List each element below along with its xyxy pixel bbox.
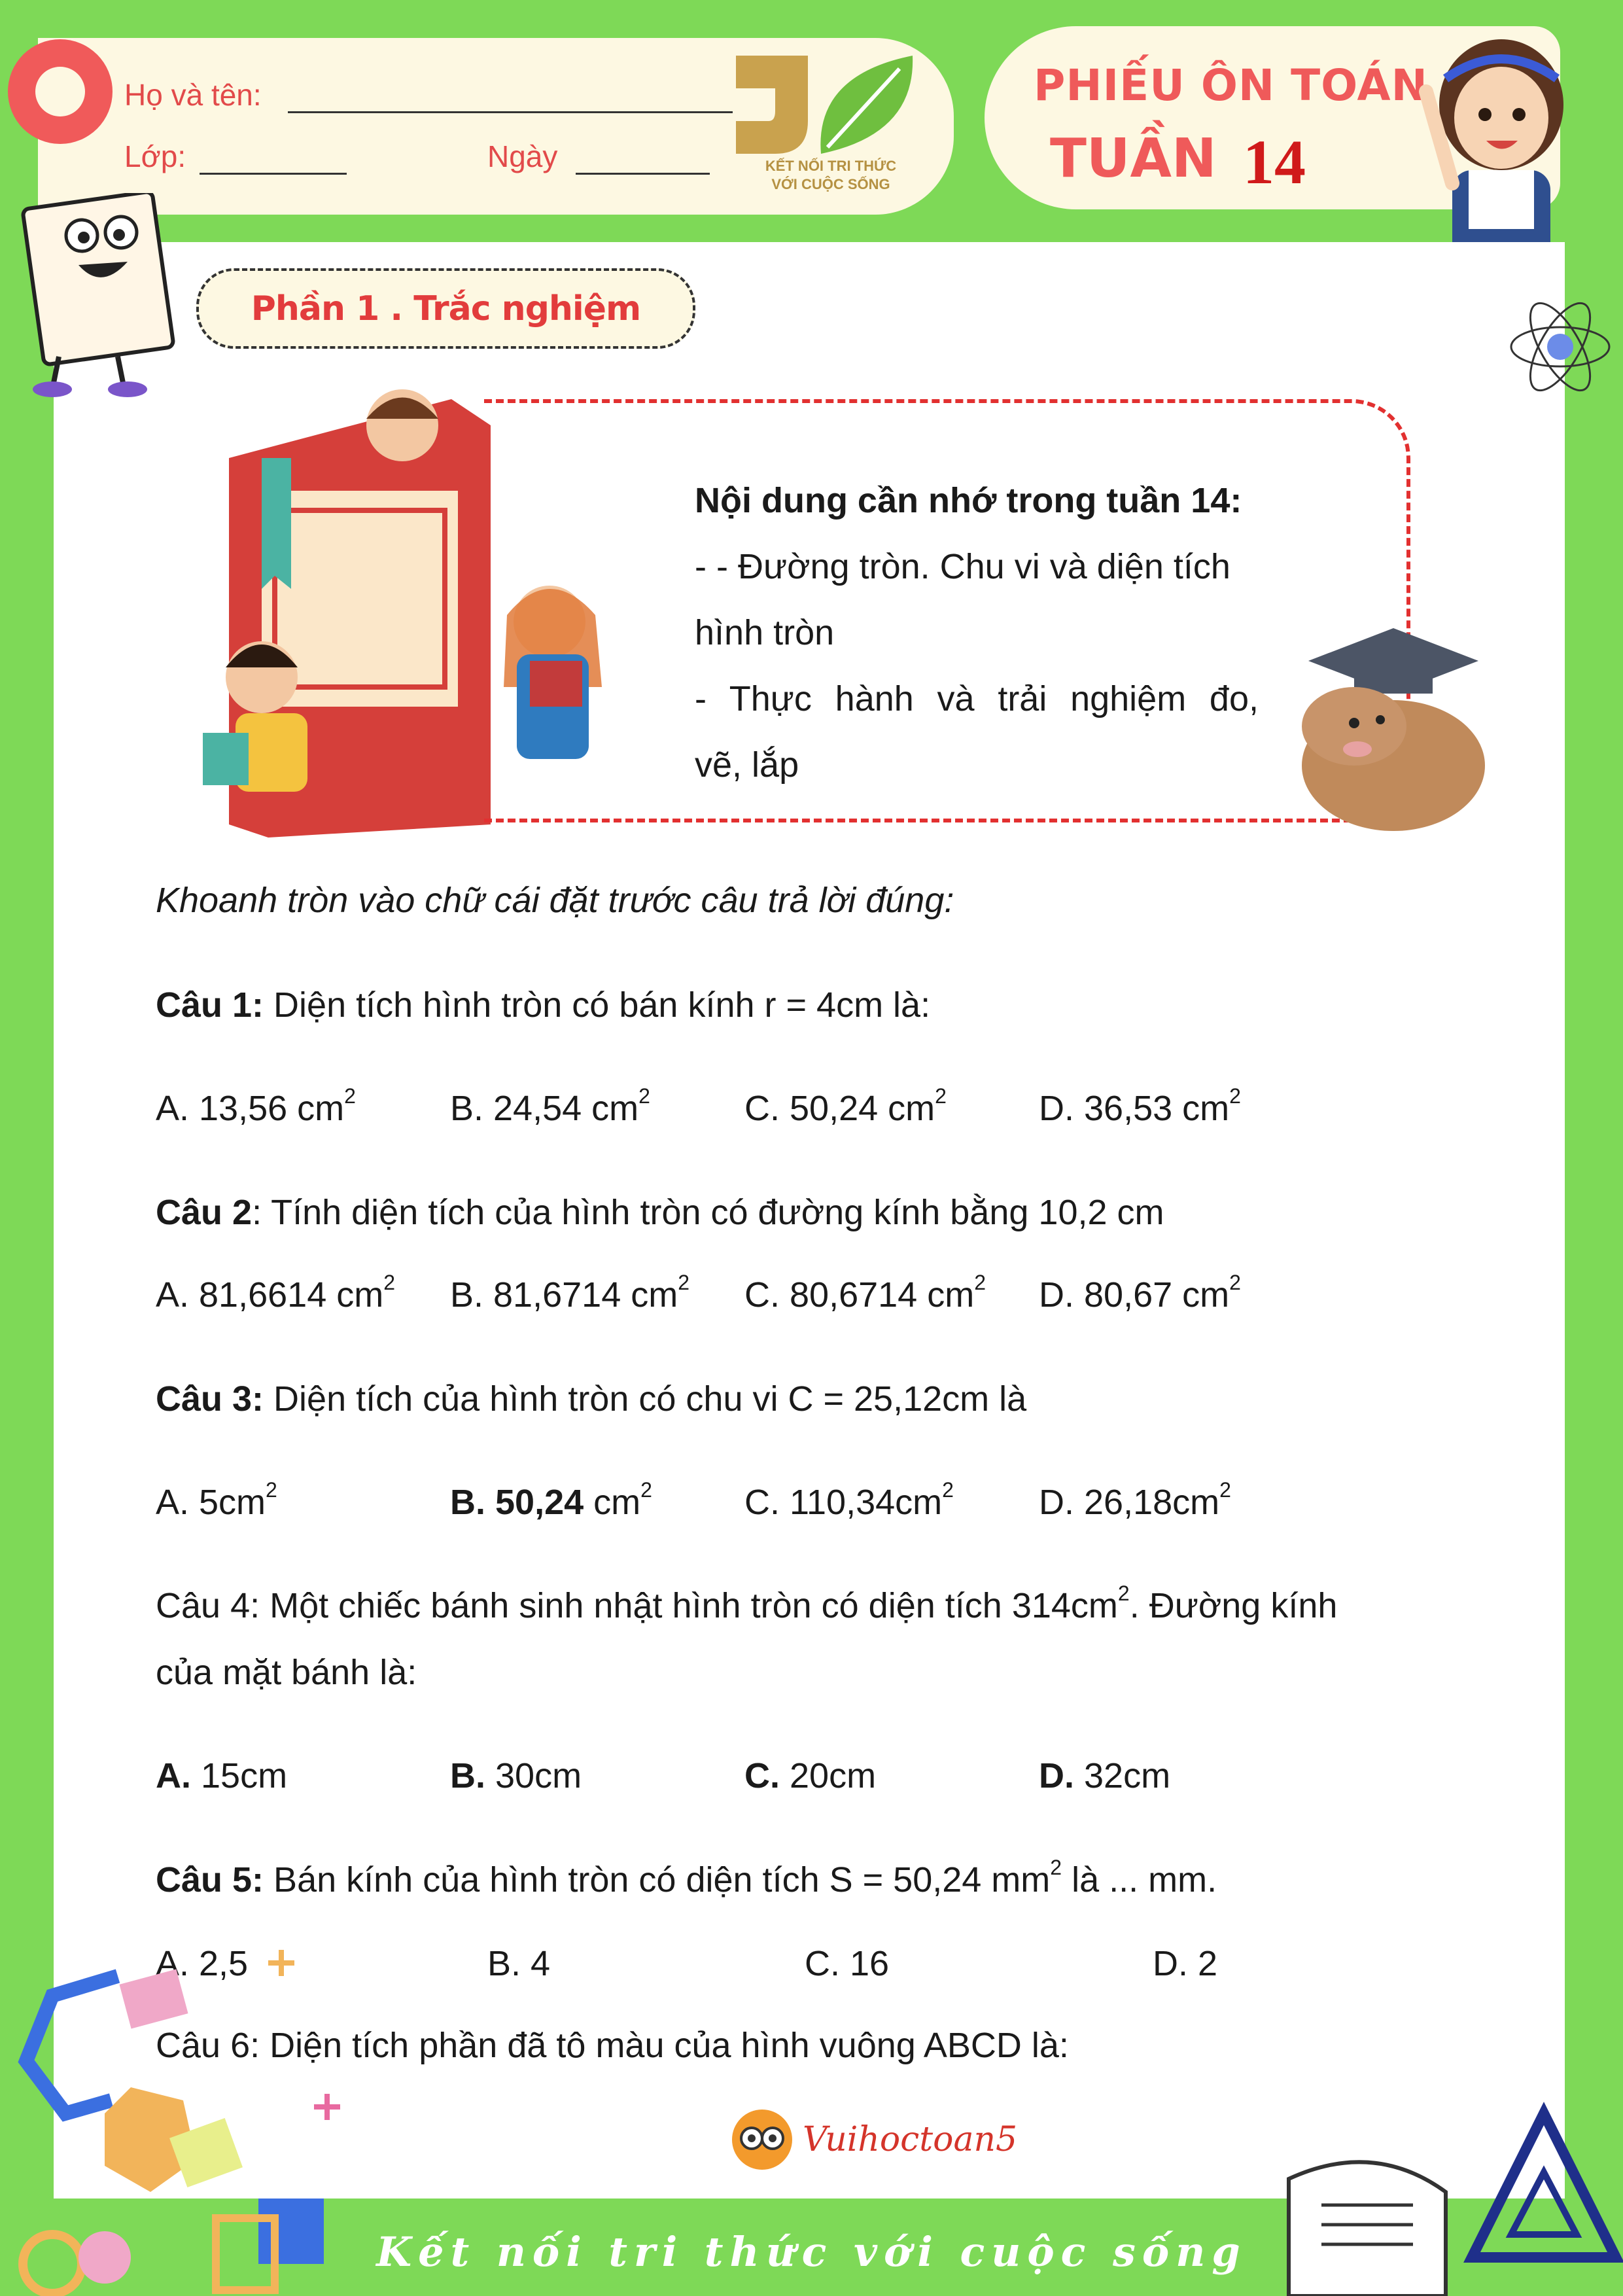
- question-5-option-c[interactable]: C. 16: [805, 1943, 889, 1984]
- notes-line: - - Đường tròn. Chu vi và diện tích: [695, 547, 1230, 586]
- question-3: Câu 3: Diện tích của hình tròn có chu vi…: [156, 1379, 1026, 1419]
- question-2-option-d[interactable]: D. 80,67 cm2: [1039, 1271, 1241, 1315]
- section-title-pill: Phần 1 . Trắc nghiệm: [196, 268, 695, 349]
- date-field[interactable]: [576, 173, 710, 175]
- leaf-logo-icon: [736, 56, 913, 154]
- class-label: Lớp:: [124, 139, 186, 173]
- question-text: Diện tích hình tròn có bán kính r = 4cm …: [264, 985, 931, 1025]
- instruction-text: Khoanh tròn vào chữ cái đặt trước câu tr…: [156, 881, 954, 920]
- question-3-option-a[interactable]: A. 5cm2: [156, 1478, 277, 1523]
- notes-title: Nội dung cần nhớ trong tuần 14:: [695, 481, 1242, 520]
- question-4-option-b[interactable]: B. 30cm: [450, 1756, 582, 1796]
- question-5-option-d[interactable]: D. 2: [1153, 1943, 1217, 1984]
- section-title: Phần 1 . Trắc nghiệm: [251, 289, 641, 328]
- question-label: Câu 1:: [156, 985, 264, 1025]
- question-1-option-c[interactable]: C. 50,24 cm2: [744, 1084, 947, 1129]
- question-1: Câu 1: Diện tích hình tròn có bán kính r…: [156, 985, 930, 1025]
- question-4-option-a[interactable]: A. 15cm: [156, 1756, 287, 1796]
- worksheet-title: PHIẾU ÔN TOÁN: [1034, 60, 1428, 111]
- brand-name: Vuihoctoan5: [803, 2120, 1018, 2159]
- date-label: Ngày: [487, 139, 558, 173]
- question-3-option-d[interactable]: D. 26,18cm2: [1039, 1478, 1231, 1523]
- name-field[interactable]: [288, 111, 733, 113]
- red-circle-decoration: [8, 39, 113, 144]
- question-4-option-d[interactable]: D. 32cm: [1039, 1756, 1170, 1796]
- question-2-option-a[interactable]: A. 81,6614 cm2: [156, 1271, 395, 1315]
- publisher-logo: KẾT NỐI TRI THỨC VỚI CUỘC SỐNG: [729, 49, 919, 200]
- notes-line: vẽ, lắp: [695, 745, 799, 785]
- question-5: Câu 5: Bán kính của hình tròn có diện tí…: [156, 1856, 1217, 1899]
- brand-mark: Vuihoctoan5: [729, 2107, 1017, 2172]
- question-2: Câu 2: Tính diện tích của hình tròn có đ…: [156, 1192, 1164, 1233]
- notes-content: Nội dung cần nhớ trong tuần 14: - - Đườn…: [695, 468, 1259, 798]
- week-label: TUẦN: [1050, 128, 1217, 190]
- logo-text-line2: VỚI CUỘC SỐNG: [771, 176, 890, 192]
- notes-line: - Thực hành và trải nghiệm đo,: [695, 679, 1259, 718]
- atom-icon: [1510, 302, 1611, 392]
- question-3-option-c[interactable]: C. 110,34cm2: [744, 1478, 954, 1523]
- girl-mascot-icon: [1419, 39, 1563, 262]
- class-field[interactable]: [200, 173, 347, 175]
- capybara-graduate-icon: [1302, 628, 1485, 831]
- question-1-option-d[interactable]: D. 36,53 cm2: [1039, 1084, 1241, 1129]
- owl-logo-icon: [732, 2110, 792, 2170]
- notepad-mascot-icon: [21, 193, 175, 397]
- question-2-option-c[interactable]: C. 80,6714 cm2: [744, 1271, 986, 1315]
- question-1-option-b[interactable]: B. 24,54 cm2: [450, 1084, 650, 1129]
- question-label: Câu 2: [156, 1193, 253, 1232]
- question-text: : Tính diện tích của hình tròn có đường …: [252, 1193, 1164, 1232]
- question-2-option-b[interactable]: B. 81,6714 cm2: [450, 1271, 689, 1315]
- notes-line: hình tròn: [695, 613, 835, 652]
- name-label: Họ và tên:: [124, 78, 262, 112]
- question-3-option-b[interactable]: B. 50,24 cm2: [450, 1478, 652, 1523]
- logo-text-line1: KẾT NỐI TRI THỨC: [765, 158, 897, 174]
- footer-slogan: Kết nối tri thức với cuộc sống: [376, 2228, 1247, 2276]
- question-label: Câu 3:: [156, 1379, 264, 1419]
- question-5-option-b[interactable]: B. 4: [487, 1943, 550, 1984]
- question-4: Câu 4: Một chiếc bánh sinh nhật hình trò…: [156, 1581, 1338, 1625]
- week-number: 14: [1243, 127, 1306, 197]
- question-text: Diện tích của hình tròn có chu vi C = 25…: [264, 1379, 1027, 1419]
- question-4-line2: của mặt bánh là:: [156, 1653, 417, 1692]
- question-label: Câu 5:: [156, 1860, 264, 1899]
- question-1-option-a[interactable]: A. 13,56 cm2: [156, 1084, 356, 1129]
- question-4-option-c[interactable]: C. 20cm: [744, 1756, 876, 1796]
